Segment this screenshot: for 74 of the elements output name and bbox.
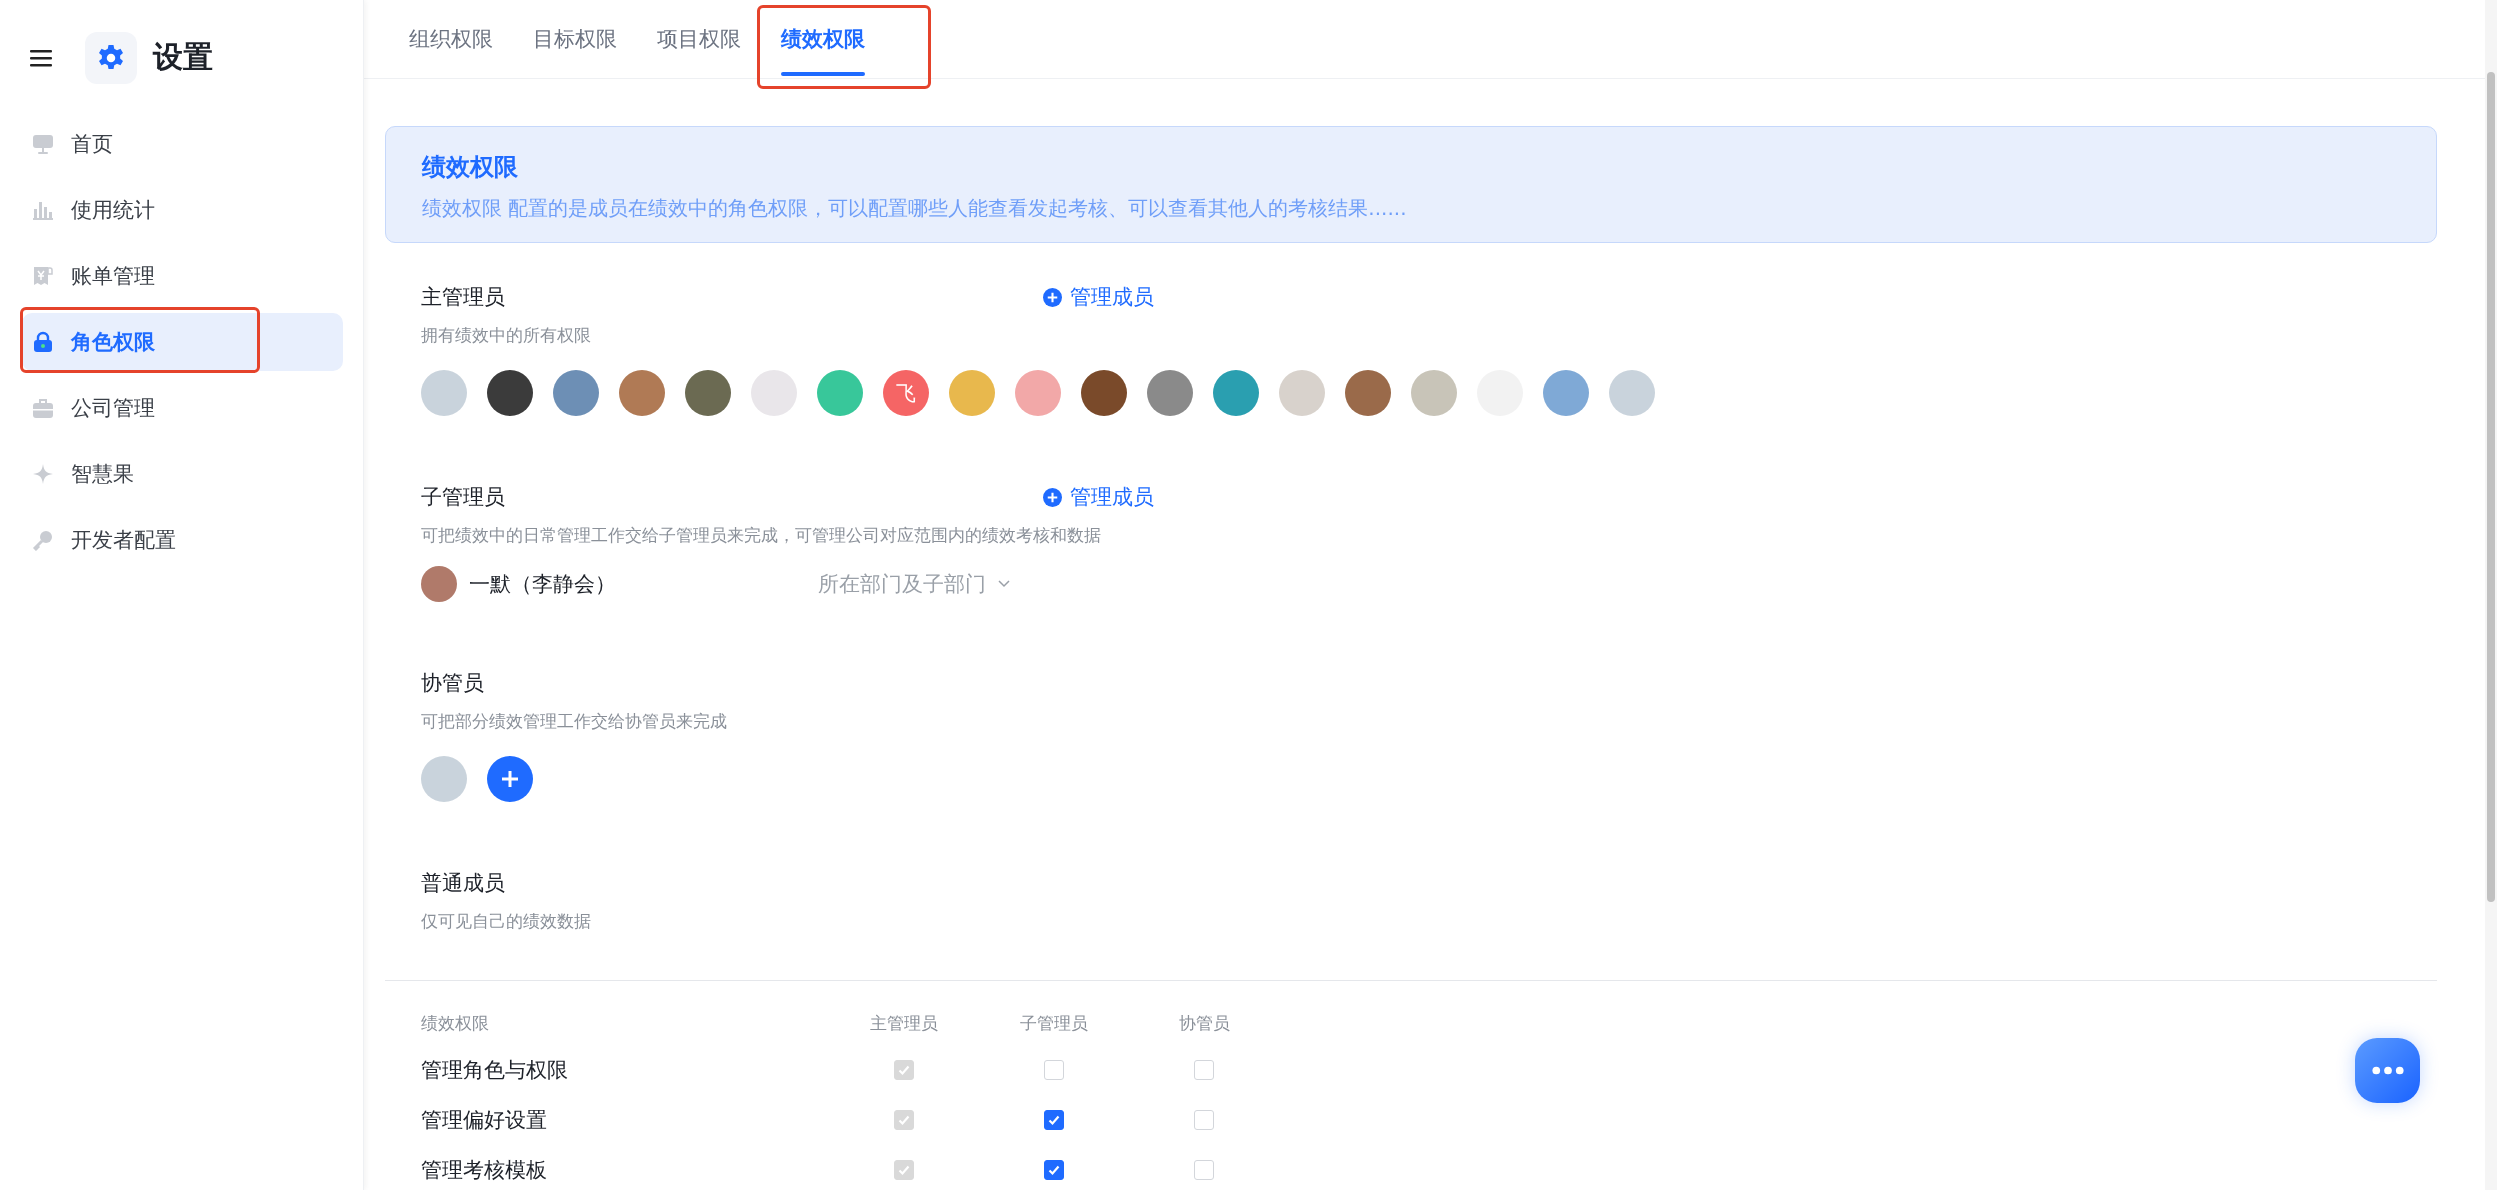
more-icon — [2371, 1066, 2404, 1075]
avatar-photo — [421, 370, 467, 416]
more-button[interactable] — [2355, 1038, 2420, 1103]
avatar-photo — [949, 370, 995, 416]
monitor-icon — [32, 133, 54, 155]
tab[interactable]: 项目权限 — [657, 0, 741, 78]
sidebar-item[interactable]: 角色权限 — [22, 313, 343, 371]
role-title: 子管理员 — [421, 484, 505, 511]
avatar-photo — [751, 370, 797, 416]
avatar-photo — [1543, 370, 1589, 416]
avatar-photo — [553, 370, 599, 416]
role-title: 协管员 — [421, 670, 484, 697]
scrollbar[interactable] — [2485, 0, 2497, 1190]
key-icon — [32, 529, 54, 551]
sidebar-item[interactable]: 使用统计 — [22, 181, 343, 239]
briefcase-icon — [32, 397, 54, 419]
role-title: 主管理员 — [421, 284, 505, 311]
add-member-button[interactable] — [487, 756, 533, 802]
scope-dropdown[interactable]: 所在部门及子部门 — [818, 570, 1010, 598]
role-title: 普通成员 — [421, 870, 505, 897]
column-header: 子管理员 — [1020, 1011, 1088, 1035]
tab[interactable]: 组织权限 — [409, 0, 493, 78]
sparkle-icon — [32, 463, 54, 485]
plus-icon — [1043, 487, 1062, 507]
avatar-photo — [817, 370, 863, 416]
avatar-photo — [1279, 370, 1325, 416]
avatar-photo — [1609, 370, 1655, 416]
permission-label: 管理角色与权限 — [421, 1057, 569, 1084]
checkmark-icon — [1047, 1163, 1061, 1177]
avatar-photo — [1081, 370, 1127, 416]
avatar-photo — [421, 756, 467, 802]
sidebar-item[interactable]: 账单管理 — [22, 247, 343, 305]
role-description: 仅可见自己的绩效数据 — [421, 910, 592, 933]
sidebar-item[interactable]: 智慧果 — [22, 445, 343, 503]
bar-chart-icon — [32, 199, 54, 221]
column-header: 协管员 — [1178, 1011, 1230, 1035]
avatar-photo — [487, 370, 533, 416]
avatar-initial: 飞 — [883, 370, 929, 416]
plus-icon — [1043, 287, 1062, 307]
plus-icon — [500, 769, 520, 789]
sidebar-item[interactable]: 开发者配置 — [22, 511, 343, 569]
avatar-photo — [1345, 370, 1391, 416]
menu-icon[interactable] — [30, 48, 52, 67]
avatar-photo — [1015, 370, 1061, 416]
avatar-photo — [619, 370, 665, 416]
chevron-down-icon — [998, 580, 1010, 588]
column-header: 主管理员 — [870, 1011, 938, 1035]
lock-icon — [32, 331, 54, 353]
tab[interactable]: 绩效权限 — [781, 0, 865, 78]
avatar-photo — [685, 370, 731, 416]
permission-label: 管理考核模板 — [421, 1157, 548, 1184]
permission-label: 管理偏好设置 — [421, 1107, 548, 1134]
sidebar-title: 设置 — [153, 38, 213, 76]
role-description: 可把部分绩效管理工作交给协管员来完成 — [421, 710, 728, 733]
gear-icon — [85, 31, 137, 84]
checkmark-icon — [1047, 1113, 1061, 1127]
checkbox[interactable] — [1044, 1160, 1064, 1180]
member-name: 一默（李静会） — [469, 571, 616, 598]
sidebar-item[interactable]: 首页 — [22, 115, 343, 173]
avatar-photo — [1147, 370, 1193, 416]
role-description: 可把绩效中的日常管理工作交给子管理员来完成，可管理公司对应范围内的绩效考核和数据 — [421, 524, 1102, 547]
receipt-icon — [32, 265, 54, 287]
avatar-photo — [421, 566, 457, 602]
tab[interactable]: 目标权限 — [533, 0, 617, 78]
banner-description: 绩效权限 配置的是成员在绩效中的角色权限，可以配置哪些人能查看发起考核、可以查看其他人的考核结果...... — [422, 195, 1408, 222]
role-description: 拥有绩效中的所有权限 — [421, 324, 592, 347]
banner-title: 绩效权限 — [422, 152, 519, 183]
sidebar-item[interactable]: 公司管理 — [22, 379, 343, 437]
manage-members-link[interactable]: 管理成员 — [1043, 283, 1154, 311]
avatar-photo — [1213, 370, 1259, 416]
avatar-photo — [1411, 370, 1457, 416]
manage-members-link[interactable]: 管理成员 — [1043, 483, 1154, 511]
column-header: 绩效权限 — [421, 1011, 489, 1035]
checkbox[interactable] — [1044, 1110, 1064, 1130]
